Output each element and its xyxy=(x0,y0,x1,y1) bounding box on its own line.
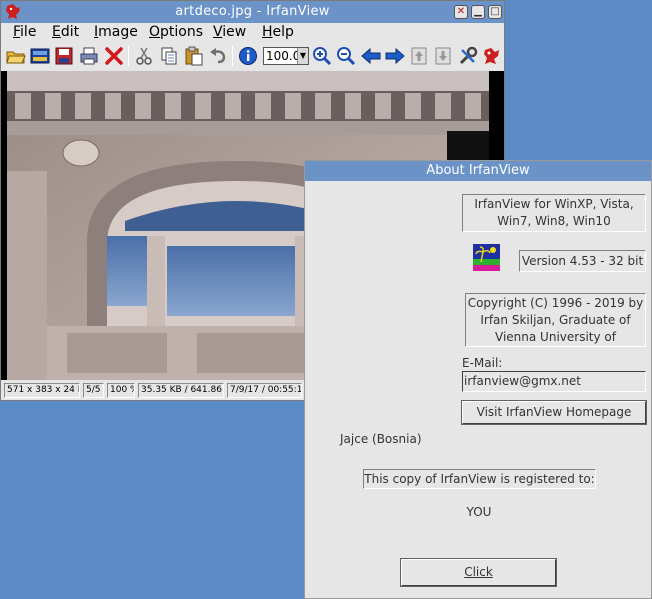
menu-file-label: File xyxy=(13,24,37,40)
menu-options-label: Options xyxy=(149,24,204,40)
about-dialog-title[interactable]: About IrfanView xyxy=(305,161,651,181)
zoom-in-icon[interactable] xyxy=(312,46,332,66)
settings-icon[interactable] xyxy=(458,46,478,66)
about-dialog: About IrfanView IrfanView for WinXP, Vis… xyxy=(304,160,652,599)
minimize-window-button[interactable]: ▁ xyxy=(471,5,485,19)
exit-icon[interactable] xyxy=(482,46,502,66)
location-text: Jajce (Bosnia) xyxy=(340,432,422,446)
copyright-line-3: Vienna University of xyxy=(495,330,616,344)
menu-edit-label: Edit xyxy=(52,24,80,40)
version-box: Version 4.53 - 32 bit xyxy=(519,250,646,272)
email-label: E-Mail: xyxy=(462,356,503,370)
delete-icon[interactable] xyxy=(104,46,124,66)
menu-file[interactable]: File xyxy=(13,24,36,40)
menu-help[interactable]: Help xyxy=(262,24,294,40)
status-datetime: 7/9/17 / 00:55:16 xyxy=(227,383,302,398)
close-about-button[interactable]: Click xyxy=(400,558,557,587)
irfanview-logo-icon xyxy=(473,244,500,271)
cut-icon[interactable] xyxy=(134,46,154,66)
paste-icon[interactable] xyxy=(184,46,204,66)
minimize-icon: ▁ xyxy=(474,6,482,17)
status-dimensions: 571 x 383 x 24 BPP xyxy=(4,383,80,398)
info-icon[interactable] xyxy=(238,46,258,66)
menu-edit[interactable]: Edit xyxy=(52,24,79,40)
menu-view-label: View xyxy=(213,24,247,40)
chevron-down-icon: ▼ xyxy=(299,51,307,60)
undo-icon[interactable] xyxy=(208,46,228,66)
copyright-line-1: Copyright (C) 1996 - 2019 by xyxy=(467,296,644,310)
open-icon[interactable] xyxy=(6,46,26,66)
registered-box: This copy of IrfanView is registered to: xyxy=(363,469,596,489)
menu-bar: File Edit Image Options View Help xyxy=(1,23,504,42)
print-icon[interactable] xyxy=(79,46,99,66)
close-icon: ✕ xyxy=(456,6,466,17)
window-title: artdeco.jpg - IrfanView xyxy=(175,4,330,19)
status-file-size: 35.35 KB / 641.86 KB xyxy=(138,383,224,398)
status-image-index: 5/5 xyxy=(83,383,104,398)
title-bar[interactable]: artdeco.jpg - IrfanView ✕ ▁ □ xyxy=(1,1,504,23)
copy-icon[interactable] xyxy=(159,46,179,66)
menu-help-label: Help xyxy=(262,24,294,40)
registered-user: YOU xyxy=(466,505,492,519)
close-window-button[interactable]: ✕ xyxy=(454,5,468,19)
copyright-box: Copyright (C) 1996 - 2019 by Irfan Skilj… xyxy=(465,293,646,347)
visit-homepage-button[interactable]: Visit IrfanView Homepage xyxy=(461,400,647,425)
zoom-dropdown-button[interactable]: ▼ xyxy=(297,48,308,64)
next-icon[interactable] xyxy=(385,46,405,66)
email-field[interactable]: irfanview@gmx.net xyxy=(462,371,646,392)
page-down-icon[interactable] xyxy=(433,46,453,66)
close-about-button-label: Click xyxy=(464,565,493,579)
platform-line-2: Win7, Win8, Win10 xyxy=(497,214,611,228)
previous-icon[interactable] xyxy=(361,46,381,66)
page-up-icon[interactable] xyxy=(409,46,429,66)
zoom-value: 100.0 xyxy=(266,49,301,63)
platform-box: IrfanView for WinXP, Vista, Win7, Win8, … xyxy=(462,194,646,232)
maximize-icon: □ xyxy=(490,6,500,17)
menu-image-label: Image xyxy=(94,24,138,40)
toolbar: 100.0 ▼ xyxy=(1,43,504,70)
menu-view[interactable]: View xyxy=(213,24,246,40)
menu-options[interactable]: Options xyxy=(149,24,203,40)
status-zoom: 100 % xyxy=(107,383,135,398)
thumbnails-icon[interactable] xyxy=(30,46,50,66)
maximize-window-button[interactable]: □ xyxy=(488,5,502,19)
toolbar-separator xyxy=(128,46,129,66)
menu-image[interactable]: Image xyxy=(94,24,138,40)
zoom-out-icon[interactable] xyxy=(336,46,356,66)
toolbar-separator xyxy=(232,46,233,66)
save-icon[interactable] xyxy=(54,46,74,66)
platform-line-1: IrfanView for WinXP, Vista, xyxy=(474,197,634,211)
copyright-line-2: Irfan Skiljan, Graduate of xyxy=(480,313,631,327)
